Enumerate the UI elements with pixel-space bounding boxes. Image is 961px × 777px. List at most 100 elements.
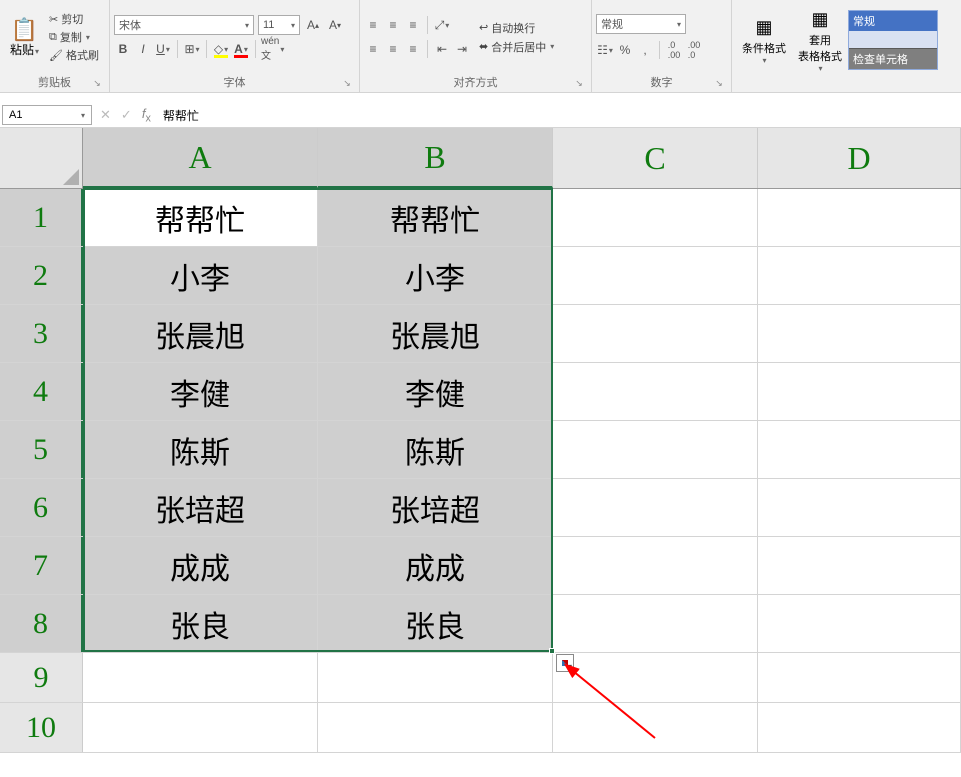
cell-D3[interactable] — [758, 305, 961, 362]
formula-input[interactable]: 帮帮忙 — [157, 103, 961, 127]
cell-D10[interactable] — [758, 703, 961, 752]
wrap-text-button[interactable]: ↩自动换行 — [479, 20, 554, 36]
cell-C4[interactable] — [553, 363, 758, 420]
cell-A1[interactable]: 帮帮忙 — [83, 189, 318, 246]
row-header-1[interactable]: 1 — [0, 189, 83, 246]
align-middle-icon[interactable]: ≡ — [384, 15, 402, 35]
fill-color-button[interactable]: ◇▾ — [212, 39, 230, 59]
accounting-icon[interactable]: ☷▾ — [596, 40, 614, 60]
spreadsheet-grid[interactable]: A B C D 1 帮帮忙 帮帮忙 2 小李 小李 3 张晨旭 张晨旭 4 李健… — [0, 128, 961, 753]
increase-font-icon[interactable]: A▴ — [304, 15, 322, 35]
orientation-icon[interactable]: ⤢▾ — [433, 15, 451, 35]
row-header-8[interactable]: 8 — [0, 595, 83, 652]
cell-C9[interactable] — [553, 653, 758, 702]
align-left-icon[interactable]: ≡ — [364, 39, 382, 59]
cell-B7[interactable]: 成成 — [318, 537, 553, 594]
cell-D9[interactable] — [758, 653, 961, 702]
cell-A6[interactable]: 张培超 — [83, 479, 318, 536]
merge-center-button[interactable]: ⬌合并后居中▾ — [479, 39, 554, 55]
cell-A3[interactable]: 张晨旭 — [83, 305, 318, 362]
cell-A8[interactable]: 张良 — [83, 595, 318, 652]
enter-button[interactable]: ✓ — [121, 107, 132, 123]
cell-C7[interactable] — [553, 537, 758, 594]
cell-A4[interactable]: 李健 — [83, 363, 318, 420]
align-right-icon[interactable]: ≡ — [404, 39, 422, 59]
clipboard-launcher[interactable]: ↘ — [91, 78, 103, 90]
bold-button[interactable]: B — [114, 39, 132, 59]
cell-B4[interactable]: 李健 — [318, 363, 553, 420]
cancel-button[interactable]: ✕ — [100, 107, 111, 123]
cell-D8[interactable] — [758, 595, 961, 652]
paste-button[interactable]: 📋粘贴▾ — [4, 15, 45, 60]
decrease-font-icon[interactable]: A▾ — [326, 15, 344, 35]
cell-C3[interactable] — [553, 305, 758, 362]
format-as-table-button[interactable]: ▦ 套用 表格格式 ▾ — [792, 6, 848, 75]
cell-A5[interactable]: 陈斯 — [83, 421, 318, 478]
row-header-4[interactable]: 4 — [0, 363, 83, 420]
indent-decrease-icon[interactable]: ⇤ — [433, 39, 451, 59]
cell-B3[interactable]: 张晨旭 — [318, 305, 553, 362]
underline-button[interactable]: U▾ — [154, 39, 172, 59]
number-launcher[interactable]: ↘ — [713, 78, 725, 90]
align-bottom-icon[interactable]: ≡ — [404, 15, 422, 35]
column-header-A[interactable]: A — [83, 128, 318, 188]
cell-B9[interactable] — [318, 653, 553, 702]
cell-A7[interactable]: 成成 — [83, 537, 318, 594]
font-launcher[interactable]: ↘ — [341, 78, 353, 90]
align-top-icon[interactable]: ≡ — [364, 15, 382, 35]
decrease-decimal-icon[interactable]: .00.0 — [685, 40, 703, 60]
copy-button[interactable]: ⧉复制▾ — [49, 29, 99, 45]
cell-D4[interactable] — [758, 363, 961, 420]
cell-B2[interactable]: 小李 — [318, 247, 553, 304]
cell-C1[interactable] — [553, 189, 758, 246]
cell-A10[interactable] — [83, 703, 318, 752]
cell-B5[interactable]: 陈斯 — [318, 421, 553, 478]
cell-A9[interactable] — [83, 653, 318, 702]
alignment-launcher[interactable]: ↘ — [573, 78, 585, 90]
font-size-combo[interactable]: 11▾ — [258, 15, 300, 35]
cell-C10[interactable] — [553, 703, 758, 752]
cell-C8[interactable] — [553, 595, 758, 652]
cell-D5[interactable] — [758, 421, 961, 478]
cell-A2[interactable]: 小李 — [83, 247, 318, 304]
phonetic-button[interactable]: wén文▾ — [261, 39, 284, 59]
cell-D2[interactable] — [758, 247, 961, 304]
column-header-C[interactable]: C — [553, 128, 758, 188]
conditional-format-button[interactable]: ▦ 条件格式 ▾ — [736, 14, 792, 67]
font-name-combo[interactable]: 宋体▾ — [114, 15, 254, 35]
border-button[interactable]: ⊞▾ — [183, 39, 201, 59]
cell-B1[interactable]: 帮帮忙 — [318, 189, 553, 246]
cell-B10[interactable] — [318, 703, 553, 752]
row-header-2[interactable]: 2 — [0, 247, 83, 304]
cell-C5[interactable] — [553, 421, 758, 478]
row-header-7[interactable]: 7 — [0, 537, 83, 594]
cell-D7[interactable] — [758, 537, 961, 594]
italic-button[interactable]: I — [134, 39, 152, 59]
percent-icon[interactable]: % — [616, 40, 634, 60]
row-header-9[interactable]: 9 — [0, 653, 83, 702]
cell-style-normal[interactable]: 常规 — [849, 11, 937, 31]
column-header-B[interactable]: B — [318, 128, 553, 188]
align-center-icon[interactable]: ≡ — [384, 39, 402, 59]
row-header-10[interactable]: 10 — [0, 703, 83, 752]
row-header-6[interactable]: 6 — [0, 479, 83, 536]
cell-C2[interactable] — [553, 247, 758, 304]
increase-decimal-icon[interactable]: .0.00 — [665, 40, 683, 60]
font-color-button[interactable]: A▾ — [232, 39, 250, 59]
cell-D1[interactable] — [758, 189, 961, 246]
number-format-combo[interactable]: 常规▾ — [596, 14, 686, 34]
row-header-5[interactable]: 5 — [0, 421, 83, 478]
cell-C6[interactable] — [553, 479, 758, 536]
comma-icon[interactable]: , — [636, 40, 654, 60]
fx-button[interactable]: fx — [142, 106, 151, 125]
cell-B6[interactable]: 张培超 — [318, 479, 553, 536]
select-all-corner[interactable] — [0, 128, 83, 188]
cell-styles-gallery[interactable]: 常规 检查单元格 — [848, 10, 938, 70]
column-header-D[interactable]: D — [758, 128, 961, 188]
autofill-options-button[interactable]: ▾ — [556, 654, 574, 672]
indent-increase-icon[interactable]: ⇥ — [453, 39, 471, 59]
row-header-3[interactable]: 3 — [0, 305, 83, 362]
name-box[interactable]: A1▾ — [2, 105, 92, 125]
cut-button[interactable]: ✂剪切 — [49, 11, 99, 27]
format-painter-button[interactable]: 🖌格式刷 — [49, 47, 99, 63]
